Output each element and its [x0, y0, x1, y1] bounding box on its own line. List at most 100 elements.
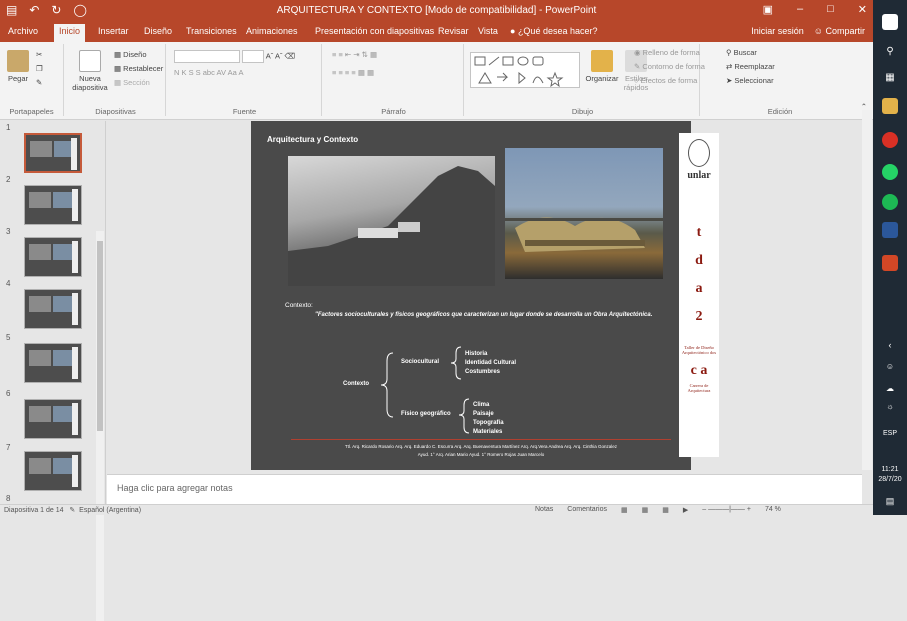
tab-archivo[interactable]: Archivo: [8, 26, 38, 36]
minimize-icon[interactable]: –: [797, 3, 803, 16]
select-button[interactable]: ➤ Seleccionar: [726, 76, 774, 85]
diagram-item[interactable]: Historia: [465, 351, 487, 357]
paste-button[interactable]: Pegar: [6, 50, 30, 83]
slide-thumbnail[interactable]: [24, 399, 82, 439]
slide-thumbnail[interactable]: [24, 289, 82, 329]
clear-format-icon[interactable]: ⌫: [285, 51, 296, 60]
tell-me-box[interactable]: ● ¿Qué desea hacer?: [510, 26, 598, 36]
slide-thumbnail[interactable]: [24, 451, 82, 491]
canvas-scrollbar[interactable]: [862, 110, 872, 470]
tab-insertar[interactable]: Insertar: [98, 26, 129, 36]
diagram-item[interactable]: Paisaje: [473, 411, 494, 417]
tab-animaciones[interactable]: Animaciones: [246, 26, 298, 36]
organize-button[interactable]: Organizar: [584, 50, 620, 83]
ribbon-options-icon[interactable]: ▣: [763, 3, 773, 16]
format-painter-icon[interactable]: ✎: [36, 78, 42, 87]
sorter-view-icon[interactable]: ▦: [642, 506, 649, 514]
grow-font-icon[interactable]: Aˆ: [266, 51, 274, 60]
diagram-fisico[interactable]: Físico geográfico: [401, 411, 451, 417]
spellcheck-icon[interactable]: ✎: [69, 507, 75, 514]
list-buttons[interactable]: ≡ ≡ ⇤ ⇥ ⇅ ▦: [332, 50, 377, 59]
group-label: Diapositivas: [95, 107, 136, 116]
chrome-icon[interactable]: [882, 132, 898, 148]
effects-icon: ○: [634, 76, 641, 85]
diagram-item[interactable]: Clima: [473, 402, 489, 408]
word-icon[interactable]: [882, 222, 898, 238]
powerpoint-icon[interactable]: [882, 255, 898, 271]
notes-pane[interactable]: Haga clic para agregar notas: [107, 474, 862, 504]
shape-outline-button[interactable]: ✎ Contorno de forma: [634, 62, 705, 71]
normal-view-icon[interactable]: ▦: [621, 506, 628, 514]
slide-thumbnail[interactable]: [24, 133, 82, 173]
slide-canvas: Arquitectura y Contexto unlar t d a 2 Ta…: [107, 121, 862, 474]
find-button[interactable]: ⚲ Buscar: [726, 48, 757, 57]
thumbnails-scrollbar[interactable]: [96, 231, 104, 621]
diagram-item[interactable]: Materiales: [473, 429, 502, 435]
whatsapp-icon[interactable]: [882, 164, 898, 180]
thumb-image: [53, 350, 73, 366]
cloud-icon[interactable]: ☁: [873, 384, 907, 393]
clock-date[interactable]: 28/7/20: [873, 476, 907, 483]
notes-toggle[interactable]: Notas: [535, 506, 553, 514]
zoom-level[interactable]: 74 %: [765, 506, 781, 514]
show-hidden-icon[interactable]: ‹: [873, 340, 907, 350]
comments-toggle[interactable]: Comentarios: [567, 506, 607, 514]
slide[interactable]: Arquitectura y Contexto unlar t d a 2 Ta…: [251, 121, 719, 470]
shapes-gallery[interactable]: [470, 52, 580, 88]
language-indicator[interactable]: Español (Argentina): [79, 507, 141, 514]
new-slide-button[interactable]: Nueva diapositiva: [72, 50, 108, 92]
font-size-box[interactable]: [242, 50, 265, 63]
clock-time[interactable]: 11:21: [873, 466, 907, 473]
task-view-icon[interactable]: ▦: [873, 72, 907, 83]
diagram-item[interactable]: Topografía: [473, 420, 504, 426]
slideshow-icon[interactable]: ▶: [683, 506, 688, 514]
tab-presentacion[interactable]: Presentación con diapositivas: [315, 26, 434, 36]
font-name-box[interactable]: [174, 50, 240, 63]
thumb-strip: [72, 455, 78, 487]
notifications-icon[interactable]: ▤: [873, 496, 907, 507]
network-volume-icon[interactable]: ☼: [873, 402, 907, 411]
shape-effects-button[interactable]: ○ Efectos de forma: [634, 76, 697, 85]
thumb-image: [53, 458, 73, 474]
thumb-number: 3: [6, 227, 11, 236]
slide-thumbnail[interactable]: [24, 237, 82, 277]
diagram-root[interactable]: Contexto: [343, 381, 369, 387]
diagram-item[interactable]: Identidad Cultural: [465, 360, 516, 366]
close-icon[interactable]: ✕: [858, 3, 867, 16]
signin-link[interactable]: Iniciar sesión: [751, 26, 804, 36]
file-explorer-icon[interactable]: [882, 98, 898, 114]
reading-view-icon[interactable]: ▦: [662, 506, 669, 514]
section-button[interactable]: ▦ Sección: [114, 78, 150, 87]
search-icon[interactable]: ⚲: [873, 46, 907, 57]
tab-vista[interactable]: Vista: [478, 26, 498, 36]
thumb-number: 8: [6, 494, 11, 503]
diagram-item[interactable]: Costumbres: [465, 369, 500, 375]
shrink-font-icon[interactable]: Aˇ: [275, 51, 283, 60]
thumb-image: [29, 406, 51, 422]
tab-inicio[interactable]: Inicio: [54, 24, 86, 42]
maximize-icon[interactable]: □: [827, 3, 834, 16]
replace-button[interactable]: ⇄ Reemplazar: [726, 62, 775, 71]
tab-revisar[interactable]: Revisar: [438, 26, 469, 36]
tab-transiciones[interactable]: Transiciones: [186, 26, 237, 36]
font-format-row[interactable]: N K S S abc AV Aa A: [174, 68, 244, 77]
tab-diseno[interactable]: Diseño: [144, 26, 172, 36]
spotify-icon[interactable]: [882, 194, 898, 210]
share-button[interactable]: ☺ Compartir: [814, 26, 865, 36]
windows-start-icon[interactable]: [882, 14, 898, 30]
people-icon[interactable]: ☺: [873, 362, 907, 371]
cut-icon[interactable]: ✂: [36, 50, 42, 59]
slide-footer[interactable]: Ttl. Arq. Ricardo Rosario Arq. Arq. Edua…: [291, 443, 671, 459]
scrollbar-thumb[interactable]: [97, 241, 103, 431]
layout-button[interactable]: ▦ Diseño: [114, 50, 147, 59]
reset-button[interactable]: ▦ Restablecer: [114, 64, 163, 73]
slide-thumbnail[interactable]: [24, 343, 82, 383]
language-tray[interactable]: ESP: [873, 430, 907, 437]
slide-thumbnail[interactable]: [24, 185, 82, 225]
copy-icon[interactable]: ❐: [36, 64, 43, 73]
shape-fill-button[interactable]: ◉ Relleno de forma: [634, 48, 700, 57]
diagram-sociocultural[interactable]: Sociocultural: [401, 359, 439, 365]
zoom-slider[interactable]: – ———|—— +: [702, 506, 751, 514]
font-color-icon: A: [238, 68, 244, 77]
align-buttons[interactable]: ≡ ≡ ≡ ≡ ▦ ▦: [332, 68, 374, 77]
